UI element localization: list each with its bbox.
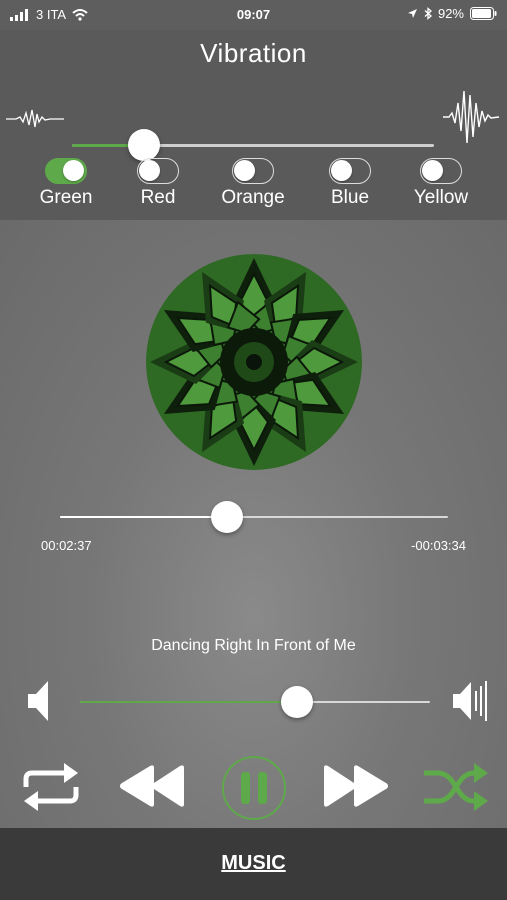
toggle-knob <box>63 160 84 181</box>
red-label: Red <box>140 187 176 208</box>
vibration-slider-row <box>0 85 507 161</box>
vibration-title: Vibration <box>200 38 307 68</box>
green-label: Green <box>39 187 93 208</box>
shuffle-icon[interactable] <box>422 759 490 815</box>
rewind-icon[interactable] <box>118 763 188 809</box>
yellow-label: Yellow <box>413 187 469 208</box>
color-item-orange: Orange <box>208 158 298 209</box>
color-toggle-row: Green Red Orange Blue Yellow <box>0 158 507 214</box>
toggle-knob <box>331 160 352 181</box>
battery-icon <box>470 7 497 20</box>
status-right: 92% <box>407 6 497 21</box>
volume-track-fill <box>80 701 297 703</box>
song-title: Dancing Right In Front of Me <box>151 637 356 654</box>
color-item-yellow: Yellow <box>396 158 486 209</box>
toggle-knob <box>139 160 160 181</box>
orange-label: Orange <box>221 187 285 208</box>
tab-music[interactable]: MUSIC <box>0 852 507 875</box>
repeat-icon[interactable] <box>18 761 84 813</box>
volume-slider-thumb[interactable] <box>281 686 313 718</box>
blue-label: Blue <box>330 187 370 208</box>
fast-forward-icon[interactable] <box>320 763 390 809</box>
elapsed-time: 00:02:37 <box>41 538 92 553</box>
low-vibration-icon <box>6 109 64 128</box>
bluetooth-icon <box>424 7 432 20</box>
playback-progress: 00:02:37 -00:03:34 <box>0 500 507 560</box>
yellow-toggle[interactable] <box>420 158 462 184</box>
progress-slider-thumb[interactable] <box>211 501 243 533</box>
high-vibration-icon <box>443 90 499 144</box>
volume-row <box>0 675 507 725</box>
color-item-green: Green <box>21 158 111 209</box>
battery-percent: 92% <box>437 6 464 21</box>
location-icon <box>407 9 417 18</box>
red-toggle[interactable] <box>137 158 179 184</box>
vibration-panel: Vibration Green Red Orange Blue Yellow <box>0 30 507 220</box>
playback-controls <box>0 755 507 821</box>
album-artwork <box>146 254 362 470</box>
volume-low-icon <box>28 681 48 721</box>
color-item-red: Red <box>113 158 203 209</box>
green-toggle[interactable] <box>45 158 87 184</box>
color-item-blue: Blue <box>305 158 395 209</box>
status-bar: 3 ITA 09:07 92% <box>0 0 507 30</box>
vibration-slider-thumb[interactable] <box>128 129 160 161</box>
pause-button[interactable] <box>219 755 289 821</box>
toggle-knob <box>422 160 443 181</box>
orange-toggle[interactable] <box>232 158 274 184</box>
music-player: 00:02:37 -00:03:34 Dancing Right In Fron… <box>0 220 507 828</box>
progress-track-fill <box>60 516 227 518</box>
volume-high-icon <box>453 681 487 721</box>
remaining-time: -00:03:34 <box>411 538 466 553</box>
toggle-knob <box>234 160 255 181</box>
bottom-tab-bar: MUSIC <box>0 828 507 900</box>
blue-toggle[interactable] <box>329 158 371 184</box>
